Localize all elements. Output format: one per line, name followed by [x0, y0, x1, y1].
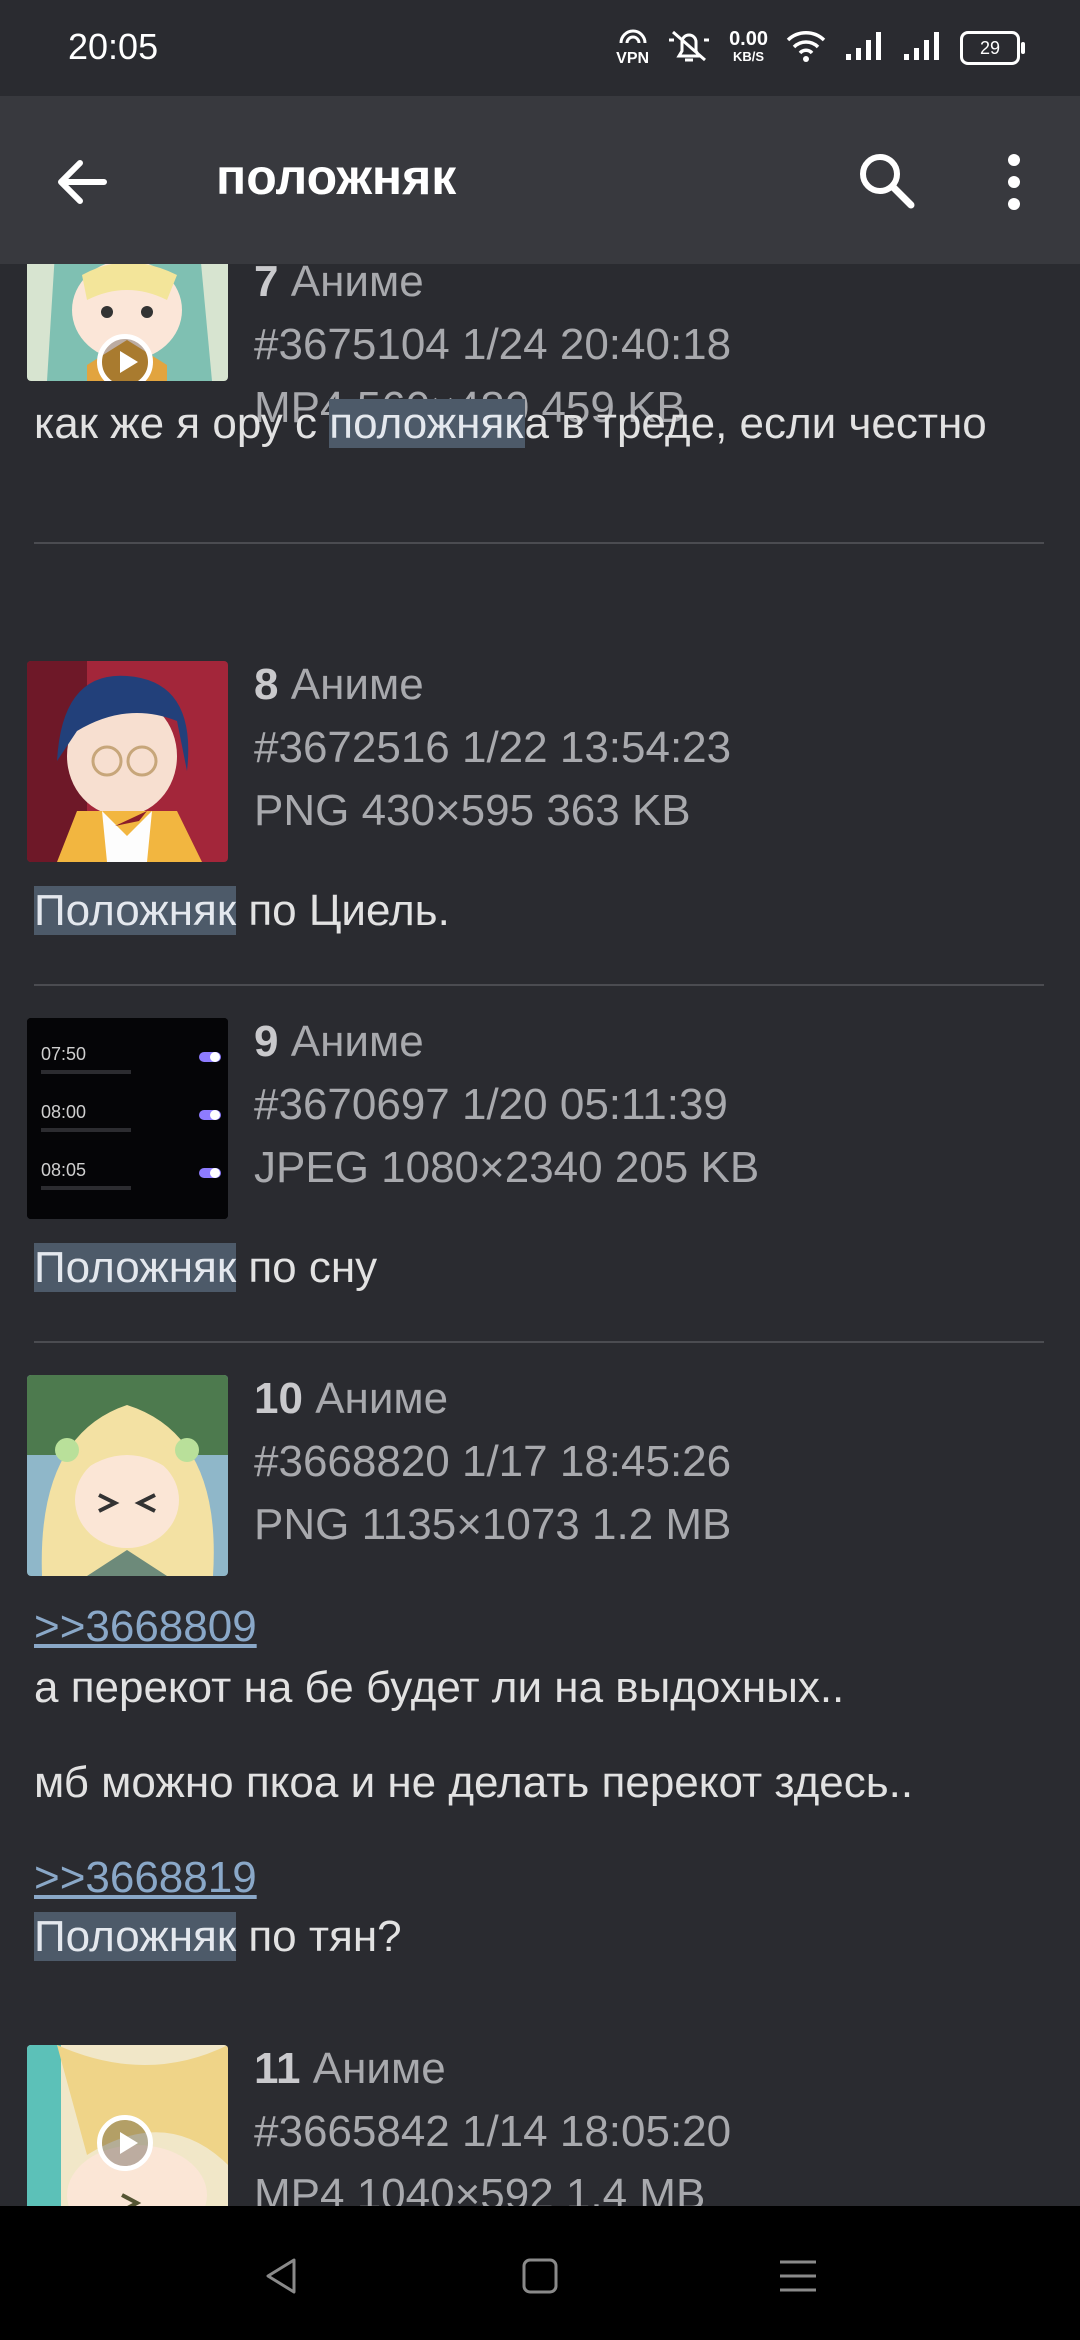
post-id-date: #3672516 1/22 13:54:23: [254, 723, 732, 772]
board-name: Аниме: [290, 264, 424, 306]
post-number: 10: [254, 1374, 303, 1423]
battery-indicator: 29: [960, 31, 1025, 65]
post-meta: 8 Аниме #3672516 1/22 13:54:23 PNG 430×5…: [254, 653, 731, 842]
comment-line: Положняк по тян?: [34, 1909, 1040, 1964]
play-icon[interactable]: [97, 2115, 153, 2171]
post-thumbnail[interactable]: [27, 661, 228, 862]
post-number: 11: [254, 2044, 301, 2093]
file-info: PNG 430×595 363 KB: [254, 786, 691, 835]
thumb-alarm-time: 07:50: [41, 1044, 87, 1064]
post-id-date: #3675104 1/24 20:40:18: [254, 320, 732, 369]
post-comment: как же я ору с положняка в треде, если ч…: [34, 396, 1040, 451]
reply-link[interactable]: >>3668819: [34, 1850, 1040, 1905]
vpn-label: VPN: [616, 50, 650, 67]
board-name: Аниме: [290, 1017, 424, 1066]
file-info: PNG 1135×1073 1.2 MB: [254, 1500, 732, 1549]
divider: [34, 984, 1044, 986]
board-name: Аниме: [290, 660, 424, 709]
comment-text: а в треде, если честно: [524, 399, 987, 448]
wifi-icon: [786, 30, 826, 67]
post-comment: Положняк по Циель.: [34, 883, 1040, 938]
reply-link[interactable]: >>3668809: [34, 1599, 1040, 1654]
post-meta: 10 Аниме #3668820 1/17 18:45:26 PNG 1135…: [254, 1367, 731, 1556]
network-speed: 0.00 KB/S: [729, 28, 768, 66]
status-icons: VPN 0.00 KB/S 29: [616, 24, 1025, 72]
network-speed-unit: KB/S: [733, 49, 765, 64]
status-bar: 20:05 VPN 0.00 KB/S 29: [0, 0, 1080, 96]
divider: [34, 542, 1044, 544]
post-id-date: #3670697 1/20 05:11:39: [254, 1080, 728, 1129]
comment-text: как же я ору с: [34, 399, 330, 448]
search-highlight: Положняк: [34, 1912, 237, 1961]
post-comment: Положняк по сну: [34, 1240, 1040, 1295]
comment-text: по Циель.: [236, 886, 450, 935]
thumb-alarm-time: 08:05: [41, 1160, 87, 1180]
signal-icon-sim1: [844, 30, 884, 67]
post-meta: 11 Аниме #3665842 1/14 18:05:20 MP4 1040…: [254, 2037, 731, 2206]
post-thumbnail[interactable]: [27, 264, 228, 381]
post-number: 9: [254, 1017, 279, 1066]
network-speed-value: 0.00: [729, 28, 768, 50]
system-nav-bar: [0, 2206, 1080, 2340]
post-comment: >>3668809 а перекот на бе будет ли на вы…: [34, 1599, 1040, 1964]
vpn-icon: VPN: [616, 29, 649, 67]
nav-recents-icon[interactable]: [774, 2252, 822, 2300]
file-info: JPEG 1080×2340 205 KB: [254, 1143, 760, 1192]
thumb-alarm-time: 08:00: [41, 1102, 87, 1122]
comment-text: по сну: [236, 1243, 378, 1292]
mute-bell-icon: [667, 26, 711, 71]
file-info: MP4 1040×592 1.4 MB: [254, 2170, 706, 2206]
post-number: 7: [254, 264, 279, 306]
search-query-title: положняк: [216, 149, 457, 205]
more-vertical-icon[interactable]: [990, 150, 1038, 214]
search-results-list[interactable]: 7 Аниме #3675104 1/24 20:40:18 MP4 560×4…: [0, 264, 1080, 2206]
search-icon[interactable]: [854, 148, 918, 212]
post-id-date: #3668820 1/17 18:45:26: [254, 1437, 732, 1486]
app-toolbar: положняк: [0, 96, 1080, 264]
post-thumbnail[interactable]: 07:50 08:00 08:05: [27, 1018, 228, 1219]
comment-text: по тян?: [236, 1912, 402, 1961]
search-highlight: положняк: [329, 399, 525, 448]
signal-icon-sim2: [902, 30, 942, 67]
comment-line: а перекот на бе будет ли на выдохных..: [34, 1663, 845, 1712]
board-name: Аниме: [315, 1374, 449, 1423]
board-name: Аниме: [312, 2044, 446, 2093]
post-thumbnail[interactable]: [27, 2045, 228, 2206]
play-icon[interactable]: [97, 334, 153, 381]
comment-line: мб можно пкоа и не делать перекот здесь.…: [34, 1758, 914, 1807]
post-id-date: #3665842 1/14 18:05:20: [254, 2107, 732, 2156]
divider: [34, 1341, 1044, 1343]
post-thumbnail[interactable]: [27, 1375, 228, 1576]
status-time: 20:05: [68, 26, 159, 67]
nav-home-icon[interactable]: [516, 2252, 564, 2300]
post-meta: 9 Аниме #3670697 1/20 05:11:39 JPEG 1080…: [254, 1010, 759, 1199]
search-highlight: Положняк: [34, 1243, 237, 1292]
post-number: 8: [254, 660, 279, 709]
nav-back-icon[interactable]: [258, 2252, 306, 2300]
back-arrow-icon[interactable]: [50, 150, 114, 214]
search-highlight: Положняк: [34, 886, 237, 935]
